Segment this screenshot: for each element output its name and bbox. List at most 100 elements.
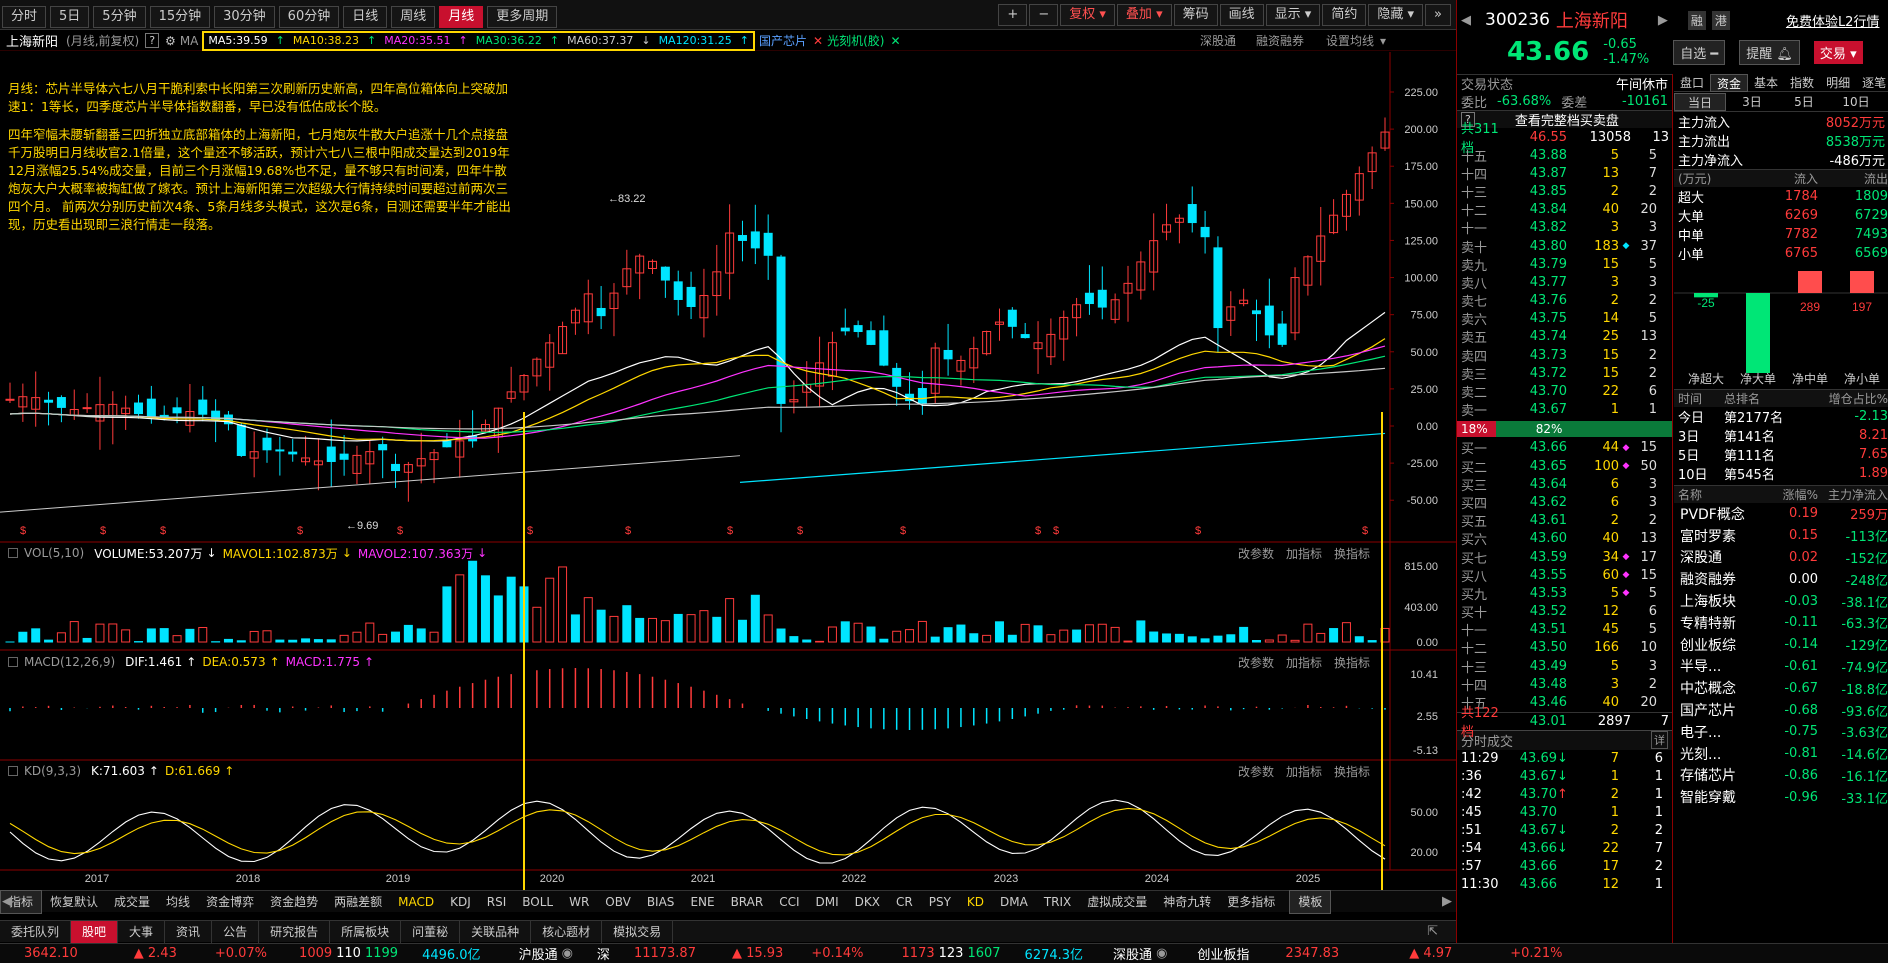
close-icon[interactable]: ✕ (813, 34, 823, 48)
bottom-tab-5[interactable]: 研究报告 (259, 920, 331, 943)
collapse-icon[interactable] (8, 548, 18, 558)
indicator-tab-23[interactable]: TRIX (1036, 891, 1079, 913)
bottom-tab-9[interactable]: 核心题材 (531, 920, 603, 943)
bid-row[interactable]: 买一 43.66 44 ◆ 15 (1457, 439, 1672, 457)
bottom-tab-10[interactable]: 模拟交易 (602, 920, 674, 943)
bid-row[interactable]: 买四 43.62 6 3 (1457, 493, 1672, 512)
cyb-label[interactable]: 创业板指 (1197, 944, 1249, 963)
chip-button[interactable]: 筹码 (1173, 4, 1218, 26)
bid-row[interactable]: 买六 43.60 40 13 (1457, 530, 1672, 548)
ask-row[interactable]: 卖六 43.75 14 5 (1457, 310, 1672, 328)
period-tab-9[interactable]: 更多周期 (487, 5, 558, 28)
indicator-tab-15[interactable]: BRAR (723, 891, 772, 913)
expand-icon[interactable]: » (1425, 4, 1451, 26)
brief-button[interactable]: 简约 (1322, 4, 1367, 26)
change-param-button[interactable]: 改参数 (1238, 654, 1274, 671)
block-row[interactable]: 创业板综 -0.14 -129亿 (1674, 634, 1888, 656)
indicator-tab-10[interactable]: BOLL (514, 891, 561, 913)
ask-row[interactable]: 十二 43.84 40 20 (1457, 201, 1672, 219)
indicator-tab-20[interactable]: PSY (921, 891, 959, 913)
block-row[interactable]: 深股通 0.02 -152亿 (1674, 547, 1888, 569)
block-row[interactable]: 半导... -0.61 -74.9亿 (1674, 656, 1888, 678)
bid-row[interactable]: 十二 43.50 166 10 (1457, 639, 1672, 657)
indicator-tab-7[interactable]: MACD (390, 891, 442, 913)
bid-row[interactable]: 十四 43.48 3 2 (1457, 675, 1672, 694)
bid-row[interactable]: 买八 43.55 60 ◆ 15 (1457, 566, 1672, 585)
sh-index[interactable]: 3642.10 (24, 946, 78, 961)
overlay-button[interactable]: 叠加 ▾ (1116, 4, 1172, 26)
hide-button[interactable]: 隐藏 ▾ (1368, 4, 1424, 26)
indicator-tab-21[interactable]: KD (959, 891, 992, 913)
watchlist-button[interactable]: 自选 ━ (1673, 39, 1726, 65)
bottom-tab-0[interactable]: 委托队列 (0, 920, 72, 943)
detail-button[interactable]: 详 (1651, 731, 1668, 750)
display-button[interactable]: 显示 ▾ (1265, 4, 1321, 26)
indicator-tab-9[interactable]: RSI (479, 891, 515, 913)
indicator-tab-3[interactable]: 均线 (158, 891, 198, 913)
switch-indicator-button[interactable]: 换指标 (1334, 654, 1370, 671)
concept-link-chip[interactable]: 国产芯片 (759, 32, 807, 49)
indicator-tab-12[interactable]: OBV (597, 891, 639, 913)
fund-period-tab-2[interactable]: 5日 (1778, 93, 1830, 111)
indicator-tab-17[interactable]: DMI (808, 891, 847, 913)
next-stock-icon[interactable]: ▶ (1658, 13, 1668, 28)
settings-gear-icon[interactable]: ⚙ (165, 34, 176, 48)
bid-row[interactable]: 十一 43.51 45 5 (1457, 621, 1672, 639)
collapse-icon[interactable] (8, 766, 18, 776)
block-row[interactable]: 光刻... -0.81 -14.6亿 (1674, 743, 1888, 765)
ask-row[interactable]: 卖七 43.76 2 2 (1457, 292, 1672, 310)
bid-row[interactable]: 买七 43.59 34 ◆ 17 (1457, 548, 1672, 567)
link-sgt[interactable]: 深股通 (1200, 32, 1236, 49)
zoom-in-button[interactable]: + (998, 4, 1028, 26)
indicator-tab-2[interactable]: 成交量 (106, 891, 158, 913)
indicator-tab-11[interactable]: WR (561, 891, 597, 913)
bottom-tab-4[interactable]: 公告 (212, 920, 260, 943)
bid-row[interactable]: 买二 43.65 100 ◆ 50 (1457, 457, 1672, 476)
indicator-tab-8[interactable]: KDJ (442, 891, 479, 913)
indicator-tab-14[interactable]: ENE (682, 891, 722, 913)
period-tab-3[interactable]: 15分钟 (149, 5, 211, 28)
block-row[interactable]: 存储芯片 -0.86 -16.1亿 (1674, 765, 1888, 787)
indicator-tab-18[interactable]: DKX (847, 891, 888, 913)
indicator-tab-19[interactable]: CR (888, 891, 921, 913)
zoom-out-button[interactable]: − (1029, 4, 1059, 26)
block-row[interactable]: PVDF概念 0.19 259万 (1674, 503, 1888, 525)
switch-indicator-button[interactable]: 换指标 (1334, 763, 1370, 780)
fund-tab-2[interactable]: 基本 (1748, 74, 1784, 92)
indicator-tab-4[interactable]: 资金博弈 (198, 891, 262, 913)
fund-tab-0[interactable]: 盘口 (1674, 74, 1710, 92)
fund-tab-1[interactable]: 资金 (1710, 73, 1749, 92)
collapse-icon[interactable] (8, 657, 18, 667)
ask-row[interactable]: 十三 43.85 2 2 (1457, 182, 1672, 201)
sz-index[interactable]: 11173.87 (634, 946, 696, 961)
fund-period-tab-3[interactable]: 10日 (1830, 93, 1882, 111)
indicator-tab-13[interactable]: BIAS (639, 891, 683, 913)
indicator-tab-27[interactable]: 模板 (1289, 889, 1332, 914)
indicator-tab-5[interactable]: 资金趋势 (262, 891, 326, 913)
block-row[interactable]: 电子... -0.75 -3.63亿 (1674, 721, 1888, 743)
bottom-tab-7[interactable]: 问董秘 (401, 920, 461, 943)
period-tab-8[interactable]: 月线 (439, 5, 484, 28)
ask-row[interactable]: 十五 43.88 5 5 (1457, 146, 1672, 165)
bid-row[interactable]: 买十 43.52 12 6 (1457, 603, 1672, 621)
ask-row[interactable]: 卖八 43.77 3 3 (1457, 273, 1672, 292)
indicator-tab-6[interactable]: 两融差额 (326, 891, 390, 913)
add-indicator-button[interactable]: 加指标 (1286, 654, 1322, 671)
indicator-tab-25[interactable]: 神奇九转 (1155, 891, 1219, 913)
bottom-tab-3[interactable]: 资讯 (165, 920, 213, 943)
sz-label[interactable]: 深 (597, 944, 610, 963)
popout-icon[interactable]: ⇱ (1427, 924, 1438, 939)
prev-stock-icon[interactable]: ◀ (1461, 13, 1471, 28)
period-tab-6[interactable]: 日线 (343, 5, 388, 28)
switch-indicator-button[interactable]: 换指标 (1334, 545, 1370, 562)
bid-row[interactable]: 买五 43.61 2 2 (1457, 512, 1672, 530)
bottom-tab-2[interactable]: 大事 (118, 920, 166, 943)
concept-link-litho[interactable]: 光刻机(胶) (827, 32, 884, 49)
fund-tab-5[interactable]: 逐笔 (1856, 74, 1888, 92)
ask-row[interactable]: 卖二 43.70 22 6 (1457, 382, 1672, 401)
ask-row[interactable]: 十一 43.82 3 3 (1457, 219, 1672, 237)
indicator-tab-1[interactable]: 恢复默认 (42, 891, 106, 913)
indicator-tab-22[interactable]: DMA (992, 891, 1036, 913)
period-tab-0[interactable]: 分时 (2, 5, 47, 28)
indicator-tab-26[interactable]: 更多指标 (1219, 891, 1283, 913)
